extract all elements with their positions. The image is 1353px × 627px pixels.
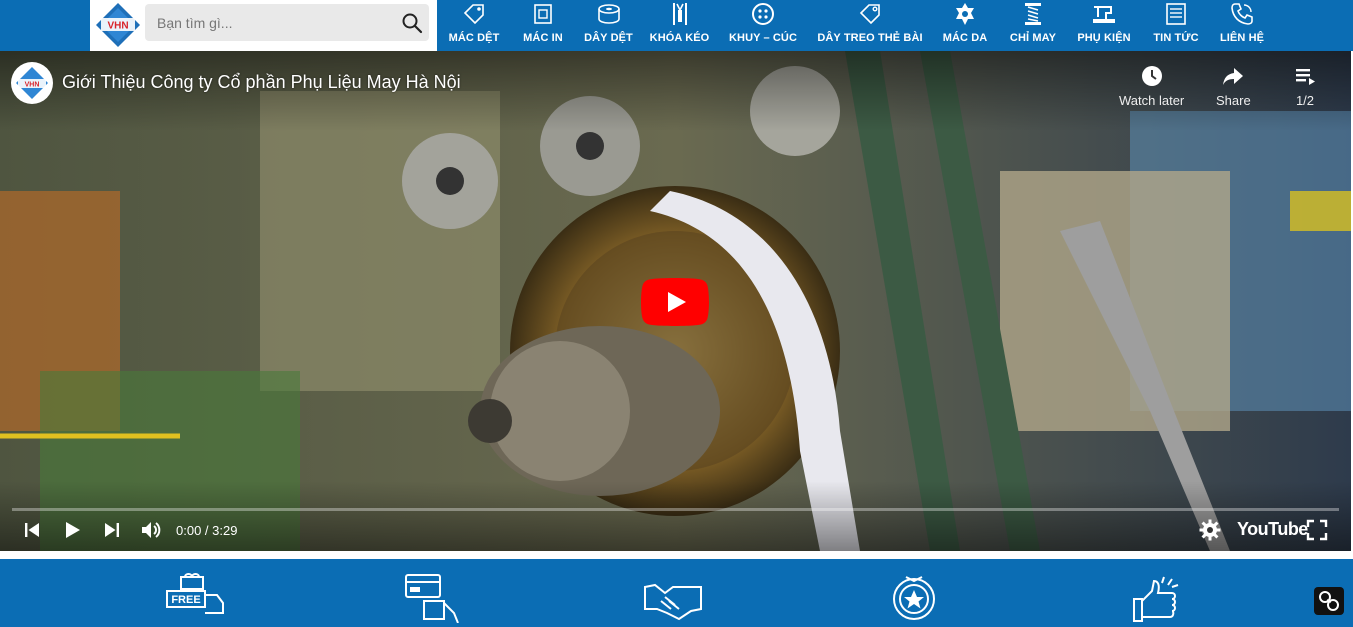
- watch-later-label: Watch later: [1119, 93, 1185, 108]
- nav-item-mac-da[interactable]: MÁC DA: [931, 0, 999, 51]
- nav-item-chi-may[interactable]: CHỈ MAY: [999, 0, 1067, 51]
- card-payment-icon: [405, 574, 459, 623]
- main-nav: MÁC DỆT MÁC IN DÂY DỆT KHÓA KÉO KHUY – C…: [437, 0, 1273, 51]
- nav-item-khoa-keo[interactable]: KHÓA KÉO: [642, 0, 717, 51]
- sewing-machine-icon: [1093, 6, 1115, 23]
- ribbon-roll-icon: [597, 4, 620, 24]
- settings-gear-icon[interactable]: [1198, 518, 1222, 542]
- youtube-video-player[interactable]: VHN Giới Thiệu Công ty Cổ phần Phụ Liệu …: [0, 51, 1351, 551]
- printed-label-icon: [534, 4, 552, 24]
- nav-label: CHỈ MAY: [1009, 32, 1057, 44]
- watch-later-button[interactable]: Watch later: [1119, 63, 1184, 108]
- button-icon: [752, 3, 774, 25]
- video-bottom-overlay: [0, 481, 1351, 551]
- nav-label: KHÓA KÉO: [649, 32, 710, 44]
- clock-icon: [1141, 66, 1162, 86]
- nav-label: MÁC IN: [523, 32, 563, 44]
- video-progress-bar[interactable]: [12, 508, 1339, 511]
- playlist-button[interactable]: 1/2: [1292, 63, 1318, 108]
- channel-avatar[interactable]: VHN: [11, 62, 53, 104]
- hang-tag-icon: [859, 4, 880, 25]
- playlist-position: 1/2: [1295, 93, 1315, 108]
- fullscreen-icon[interactable]: [1305, 518, 1329, 542]
- big-play-button[interactable]: [641, 278, 709, 326]
- nav-label: LIÊN HỆ: [1219, 32, 1265, 44]
- play-icon[interactable]: [60, 518, 84, 542]
- handshake-icon: [644, 583, 702, 621]
- thumbs-up-icon: [1133, 576, 1179, 622]
- nav-label: KHUY – CÚC: [728, 32, 798, 44]
- share-icon: [1223, 68, 1244, 85]
- nav-item-tin-tuc[interactable]: TIN TỨC: [1141, 0, 1211, 51]
- volume-icon[interactable]: [139, 518, 163, 542]
- floating-share-button[interactable]: [1314, 587, 1344, 615]
- phone-icon: [1231, 3, 1253, 25]
- next-icon[interactable]: [100, 518, 124, 542]
- quality-badge-icon: [893, 576, 935, 620]
- avatar-logo-text: VHN: [25, 82, 40, 89]
- company-logo[interactable]: VHN: [94, 2, 142, 48]
- features-band: FREE: [0, 559, 1353, 627]
- tag-icon: [463, 4, 484, 25]
- nav-label: TIN TỨC: [1153, 32, 1199, 44]
- nav-label: MÁC DA: [942, 32, 988, 44]
- free-delivery-icon: FREE: [166, 573, 224, 614]
- previous-icon[interactable]: [20, 518, 44, 542]
- leather-badge-icon: [956, 3, 974, 25]
- thread-spool-icon: [1025, 3, 1041, 25]
- video-time: 0:00 / 3:29: [176, 523, 238, 538]
- nav-label: MÁC DỆT: [448, 32, 500, 44]
- nav-label: PHỤ KIỆN: [1077, 32, 1131, 44]
- nav-item-mac-in[interactable]: MÁC IN: [511, 0, 575, 51]
- nav-label: DÂY DỆT: [584, 32, 633, 44]
- section-gap: [0, 551, 1353, 559]
- logo-text: VHN: [107, 21, 128, 32]
- nav-item-lien-he[interactable]: LIÊN HỆ: [1211, 0, 1273, 51]
- free-label: FREE: [171, 594, 200, 606]
- nav-item-day-det[interactable]: DÂY DỆT: [575, 0, 642, 51]
- search-icon[interactable]: [401, 12, 423, 34]
- nav-item-mac-det[interactable]: MÁC DỆT: [437, 0, 511, 51]
- nav-item-day-treo-the-bai[interactable]: DÂY TREO THẺ BÀI: [809, 0, 931, 51]
- playlist-icon: [1296, 69, 1315, 85]
- nav-item-khuy-cuc[interactable]: KHUY – CÚC: [717, 0, 809, 51]
- youtube-logo[interactable]: YouTube: [1237, 519, 1308, 540]
- search-box: [145, 4, 429, 41]
- search-input[interactable]: [145, 4, 395, 41]
- nav-label: DÂY TREO THẺ BÀI: [817, 32, 923, 44]
- site-header: VHN MÁC DỆT MÁC IN DÂY DỆT: [0, 0, 1353, 51]
- link-icon: [1319, 591, 1339, 611]
- channel-logo-icon: VHN: [13, 64, 51, 102]
- nav-item-phu-kien[interactable]: PHỤ KIỆN: [1067, 0, 1141, 51]
- zipper-icon: [672, 3, 687, 25]
- page: VHN MÁC DỆT MÁC IN DÂY DỆT: [0, 0, 1353, 627]
- video-title[interactable]: Giới Thiệu Công ty Cổ phần Phụ Liệu May …: [62, 72, 461, 93]
- share-button[interactable]: Share: [1216, 63, 1251, 108]
- news-icon: [1166, 3, 1186, 25]
- share-label: Share: [1216, 93, 1251, 108]
